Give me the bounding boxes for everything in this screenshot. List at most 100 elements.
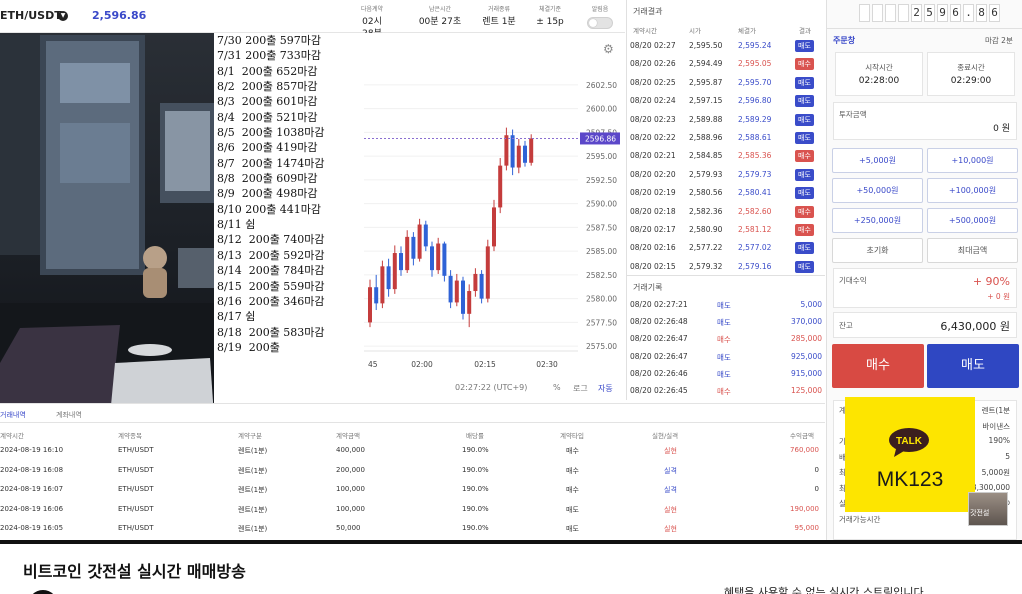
trade-kind-label: 거래종류 — [487, 6, 511, 13]
time-tick-label: 02:30 — [536, 360, 558, 369]
add-50000-button[interactable]: +50,000원 — [832, 178, 923, 203]
note-line: 8/6 200출 419마감 — [217, 141, 318, 155]
result-badge: 매수 — [795, 58, 814, 71]
info-value: 5 — [1005, 451, 1010, 461]
position-time: 2024-08-19 16:08 — [0, 465, 64, 474]
candle-body — [368, 287, 372, 323]
position-profit: 95,000 — [794, 524, 820, 532]
current-price: 2,596.86 — [92, 9, 147, 22]
note-line: 8/11 쉼 — [217, 218, 256, 232]
candle-body — [436, 243, 441, 271]
add-10000-button[interactable]: +10,000원 — [927, 148, 1018, 173]
position-symbol: ETH/USDT — [118, 524, 154, 532]
remaining-time-label: 남은시간 — [428, 6, 452, 13]
result-open: 2,595.87 — [689, 77, 723, 87]
result-row: 08/20 02:16 2,577.22 2,577.02 매도 — [627, 239, 825, 257]
col-rate: 배당률 — [466, 432, 484, 440]
price-digit: 6 — [950, 4, 961, 22]
position-rate: 190.0% — [462, 465, 489, 474]
note-line: 8/9 200출 498마감 — [217, 187, 318, 201]
position-type: 매수 — [566, 466, 579, 475]
record-time: 08/20 02:26:48 — [630, 317, 688, 327]
bear-body — [143, 268, 167, 298]
position-symbol: ETH/USDT — [118, 504, 154, 513]
price-tick-label: 2585.00 — [586, 247, 617, 256]
mouse — [128, 344, 172, 356]
record-amount: 925,000 — [790, 351, 822, 361]
result-time: 08/20 02:18 — [630, 206, 676, 216]
expected-profit-won: + 0 원 — [987, 292, 1010, 301]
next-contract-label: 다음계약 — [360, 6, 384, 13]
result-row: 08/20 02:19 2,580.56 2,580.41 매도 — [627, 184, 825, 202]
max-amount-button[interactable]: 최대금액 — [927, 238, 1018, 263]
position-kind: 렌트(1분) — [238, 447, 268, 455]
add-100000-button[interactable]: +100,000원 — [927, 178, 1018, 203]
position-kind: 렌트(1분) — [238, 505, 268, 514]
price-tick-label: 2602.50 — [586, 81, 617, 90]
position-profit: 0 — [814, 465, 819, 474]
settle-basis-value: ± 15p — [536, 17, 564, 27]
info-value: 3,300,000 — [971, 482, 1010, 492]
candle-body — [479, 273, 484, 299]
balance-label: 잔고 — [839, 321, 853, 330]
col-type: 계약타입 — [560, 432, 584, 440]
start-time-value: 02:28:00 — [858, 76, 900, 86]
position-row: 2024-08-19 16:06 ETH/USDT 렌트(1분) 100,000 190… — [0, 501, 825, 520]
note-line: 8/2 200출 857마감 — [217, 80, 318, 94]
alarm-toggle[interactable] — [587, 17, 613, 29]
record-row: 08/20 02:26:46 매도 915,000 — [627, 366, 825, 383]
add-250000-button[interactable]: +250,000원 — [832, 208, 923, 233]
reset-button[interactable]: 초기화 — [832, 238, 923, 263]
pair-selector[interactable]: ETH/USDT — [0, 9, 62, 22]
positions-table: 거래내역 계좌내역 계약시간 계약종목 계약구분 계약금액 배당률 계약타입 실… — [0, 403, 825, 540]
auto-scale-button[interactable]: 자동 — [598, 383, 613, 394]
result-close: 2,577.02 — [738, 243, 772, 253]
percent-scale-button[interactable]: % — [553, 383, 561, 392]
col-symbol: 계약종목 — [118, 432, 142, 440]
add-5000-button[interactable]: +5,000원 — [832, 148, 923, 173]
result-time: 08/20 02:22 — [630, 133, 676, 142]
add-500000-button[interactable]: +500,000원 — [927, 208, 1018, 233]
position-time: 2024-08-19 16:05 — [0, 524, 64, 532]
order-panel-title: 주문창 — [833, 36, 856, 45]
close-countdown: 마감 2분 — [985, 36, 1013, 45]
candle-body — [374, 287, 379, 304]
current-price-tag-label: 2596.86 — [585, 134, 616, 143]
candle-body — [473, 273, 478, 292]
chart-clock: 02:27:22 (UTC+9) — [455, 383, 528, 392]
result-row: 08/20 02:20 2,579.93 2,579.73 매도 — [627, 166, 825, 184]
result-badge: 매도 — [795, 132, 814, 144]
candlestick-chart[interactable]: 2602.502600.002597.502595.002592.502590.… — [364, 33, 625, 383]
candle-body — [498, 165, 503, 208]
result-open: 2,588.96 — [689, 133, 723, 142]
trade-kind-stat: 거래종류 렌트 1분 — [478, 5, 520, 28]
tab-trade-history[interactable]: 거래내역 — [0, 410, 26, 420]
tab-account-history[interactable]: 계좌내역 — [56, 410, 82, 420]
screen-chart-block — [60, 63, 130, 103]
trade-records-list: 08/20 02:27:21 매도 5,000 08/20 02:26:48 매도 370… — [627, 297, 825, 400]
sell-button[interactable]: 매도 — [927, 344, 1019, 388]
buy-button[interactable]: 매수 — [832, 344, 924, 388]
position-kind: 렌트(1분) — [238, 466, 268, 475]
result-close: 2,579.16 — [738, 261, 772, 271]
stream-description: 혜택을 사용할 수 없는 실시간 스트림입니다 — [724, 586, 924, 594]
price-digit — [872, 4, 883, 22]
settings-gear-icon[interactable]: ⚙ — [603, 42, 614, 56]
candle-body — [523, 145, 527, 163]
divider — [827, 28, 1022, 29]
position-rate: 190.0% — [462, 504, 489, 513]
log-scale-button[interactable]: 로그 — [573, 383, 588, 394]
result-row: 08/20 02:18 2,582.36 2,582.60 매수 — [627, 203, 825, 221]
col-kind: 계약구분 — [238, 432, 262, 440]
trade-results-title: 거래결과 — [633, 7, 663, 16]
position-symbol: ETH/USDT — [118, 446, 154, 454]
result-open: 2,582.36 — [689, 206, 723, 216]
chevron-down-icon[interactable]: ▼ — [58, 11, 68, 21]
invest-amount-value: 0 원 — [993, 124, 1010, 134]
candle-body — [516, 145, 521, 168]
result-close: 2,581.12 — [738, 225, 772, 234]
result-open: 2,577.22 — [689, 243, 723, 253]
invest-amount-field[interactable]: 투자금액 0 원 — [833, 102, 1017, 140]
expected-profit-percent: + 90% — [972, 275, 1010, 288]
result-badge: 매수 — [795, 150, 814, 163]
